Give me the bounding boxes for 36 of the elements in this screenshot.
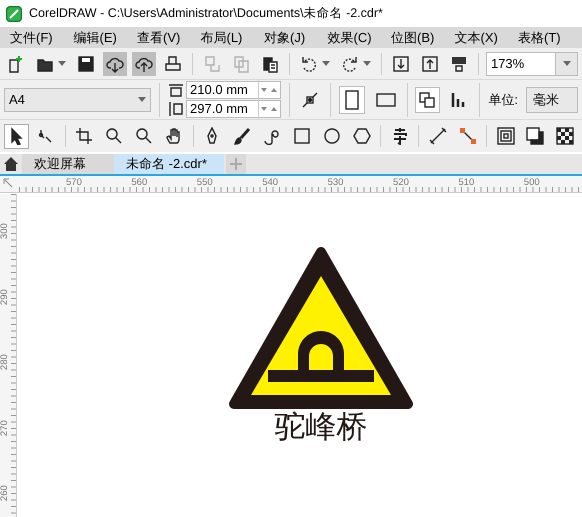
ruler-label: 510 (458, 176, 474, 190)
document-tab[interactable]: 未命名 -2.cdr* (114, 154, 224, 174)
ruler-label: 570 (66, 176, 82, 190)
page-size-value: A4 (9, 90, 25, 109)
menu-item[interactable]: 效果(C) (318, 28, 381, 48)
ruler-label: 540 (262, 176, 278, 190)
units-dropdown[interactable]: 毫米 (526, 86, 578, 112)
ruler-label: 280 (0, 353, 11, 372)
menu-item[interactable]: 位图(B) (381, 28, 444, 48)
page-size-dropdown[interactable]: A4 (4, 88, 152, 112)
ruler-label: 560 (131, 176, 148, 190)
ruler-label: 290 (0, 288, 11, 307)
page-width-field[interactable]: 210.0 mm (186, 81, 282, 99)
ruler-label: 520 (393, 176, 409, 190)
page-height-value: 297.0 mm (187, 99, 260, 119)
ruler-label: 500 (524, 176, 540, 190)
menu-item[interactable]: 布局(L) (190, 28, 254, 48)
menu-item[interactable]: 文本(X) (444, 28, 508, 48)
ruler-label: 270 (0, 418, 11, 438)
menu-item[interactable]: 查看(V) (127, 28, 190, 48)
ruler-label: 530 (328, 176, 344, 190)
zoom-value: 173% (490, 54, 526, 73)
page-height-field[interactable]: 297.0 mm (186, 100, 282, 118)
menu-item[interactable]: 表格(T) (508, 28, 572, 48)
sign-caption: 驼峰桥 (274, 410, 368, 444)
units-value: 毫米 (532, 90, 559, 109)
menu-item[interactable]: 对象(J) (254, 28, 318, 48)
ruler-label: 300 (0, 222, 11, 242)
menu-item[interactable]: 编辑(E) (64, 28, 127, 48)
units-label: 单位: (488, 90, 518, 109)
ruler-label: 260 (0, 484, 11, 504)
zoom-dropdown[interactable]: 173% (486, 52, 578, 76)
menu-item[interactable]: 文件(F) (0, 28, 64, 48)
ruler-label: 550 (196, 176, 213, 190)
window-title: CorelDRAW - C:\Users\Administrator\Documents\未命名 -2.cdr* (29, 5, 383, 22)
document-tab[interactable]: 欢迎屏幕 (22, 154, 114, 174)
